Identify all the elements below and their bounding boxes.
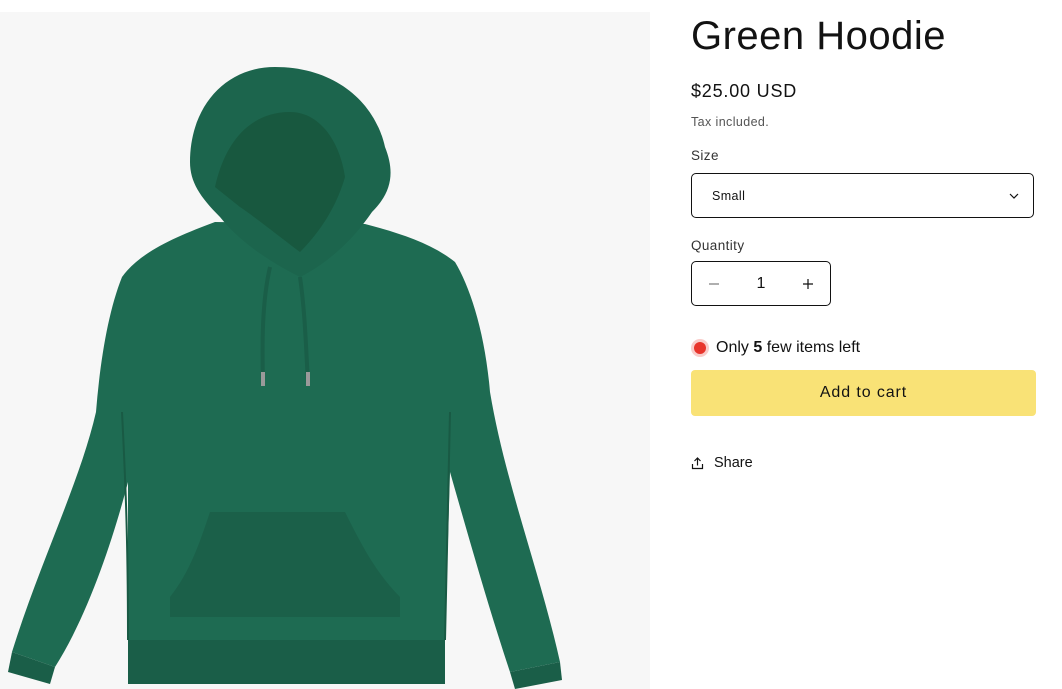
size-select[interactable]: Small <box>691 173 1034 218</box>
stock-count: 5 <box>753 339 763 356</box>
add-to-cart-button[interactable]: Add to cart <box>691 370 1036 416</box>
size-selected-value: Small <box>712 189 746 203</box>
hoodie-illustration <box>0 12 650 689</box>
product-title: Green Hoodie <box>691 14 947 58</box>
tax-note: Tax included. <box>691 115 770 129</box>
share-button[interactable]: Share <box>691 455 753 471</box>
quantity-stepper: 1 <box>691 261 831 306</box>
minus-icon <box>709 282 719 285</box>
stock-indicator: Only 5 few items left <box>691 338 860 358</box>
share-label: Share <box>714 455 753 471</box>
stock-suffix: few items left <box>766 339 861 356</box>
chevron-down-icon <box>1009 193 1019 199</box>
quantity-label: Quantity <box>691 238 745 253</box>
size-label: Size <box>691 148 719 163</box>
product-image[interactable] <box>0 12 650 689</box>
quantity-input[interactable]: 1 <box>736 262 786 305</box>
increase-quantity-button[interactable] <box>786 262 830 305</box>
stock-prefix: Only <box>716 339 749 356</box>
product-price: $25.00 USD <box>691 81 798 101</box>
stock-status-dot <box>694 342 706 354</box>
share-icon <box>691 456 704 469</box>
plus-icon <box>803 278 813 289</box>
decrease-quantity-button[interactable] <box>692 262 736 305</box>
